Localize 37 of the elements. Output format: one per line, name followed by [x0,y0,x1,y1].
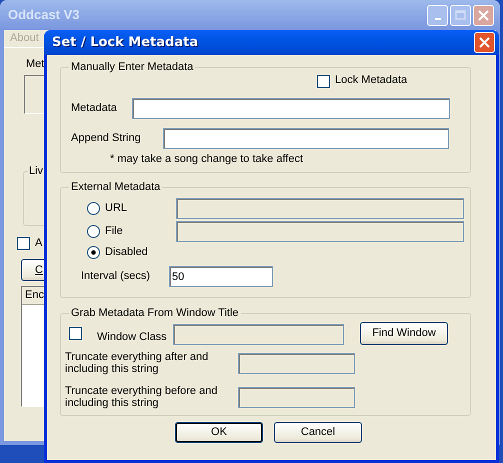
field-label: Append String [70,132,142,146]
checkbox-label: Lock Metadata [335,74,408,88]
minimize-button[interactable] [427,4,448,26]
dialog-title: Set / Lock Metadata [52,34,200,50]
field-label: Truncate everything before and including this string [65,385,218,410]
maximize-icon [455,10,466,20]
minimize-icon [434,18,440,20]
dialog-button[interactable]: OK [175,422,263,444]
checkbox-label: A [35,237,42,250]
dialog-button[interactable]: Cancel [274,422,362,444]
append-string-field[interactable] [163,128,449,149]
radio-indicator[interactable] [87,202,100,215]
checkbox[interactable] [317,74,330,88]
metadata-field[interactable] [132,98,450,119]
group-title: External Metadata [70,181,162,194]
close-icon [478,10,489,20]
field-label: Interval (secs) [81,270,152,284]
field-label: Metadata [70,102,118,116]
hint-text: * may take a song change to take affect [110,153,304,166]
field-label: Met [26,58,44,72]
field-label: Window Class [97,331,168,344]
maximize-button[interactable] [450,4,471,26]
close-button[interactable] [473,4,494,26]
radio-label: Disabled [105,246,148,259]
interval-field[interactable]: 50 [169,266,273,288]
find-window-button[interactable]: Find Window [360,322,448,346]
radio-indicator[interactable] [87,246,100,259]
close-button[interactable] [474,32,495,53]
radio-indicator[interactable] [87,224,100,238]
radio-label: File [105,224,123,238]
checkbox[interactable] [17,237,30,250]
radio-label: URL [105,202,128,215]
field-label: Truncate everything after and including this string [65,351,210,376]
group-title: Grab Metadata From Window Title [70,307,240,320]
close-icon [479,37,490,48]
window-title: Oddcast V3 [8,7,81,23]
group-title: Manually Enter Metadata [70,61,194,74]
